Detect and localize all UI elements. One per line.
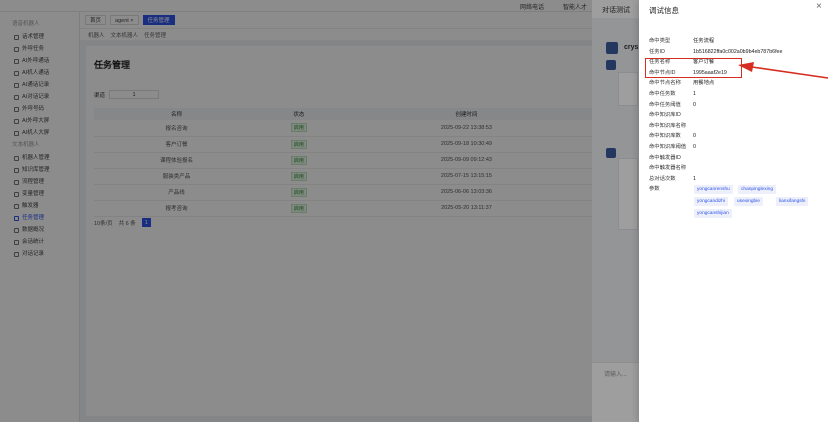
field-key: 命中知识库ID	[649, 112, 681, 119]
field-key: 命中触发器名称	[649, 165, 687, 172]
field-key: 命中节点名称	[649, 80, 681, 87]
param-tag: lianxifangshi	[776, 197, 809, 206]
field-key: 命中知识库名称	[649, 122, 687, 129]
field-key: 参数	[649, 186, 660, 193]
field-key: 命中知识库阈值	[649, 144, 687, 150]
avatar	[606, 148, 616, 158]
avatar	[606, 42, 618, 54]
chat-title: 对话测试	[602, 7, 630, 14]
field-key: 命中任务阈值	[649, 101, 681, 108]
param-tag: usexingbie	[734, 197, 763, 206]
field-key: 任务ID	[649, 48, 665, 55]
field-value: 1	[693, 175, 696, 182]
param-tag: yongcandizhi	[694, 197, 729, 206]
chat-card	[618, 158, 638, 230]
field-value: 0	[693, 144, 696, 150]
drawer-title: 调试信息	[649, 6, 679, 15]
param-tag: yongcanrenshu	[694, 185, 733, 194]
close-icon[interactable]: ×	[816, 2, 822, 12]
field-value: 0	[693, 133, 696, 140]
highlight-box	[645, 58, 742, 78]
field-key: 命中触发器ID	[649, 154, 681, 161]
field-value: 用餐地点	[693, 80, 715, 87]
field-key: 总对话次数	[649, 175, 676, 182]
chat-input-placeholder: 请输入...	[604, 372, 628, 378]
field-key: 命中知识库数	[649, 133, 681, 140]
avatar	[606, 60, 616, 70]
param-tag: chanpinglexing	[738, 185, 777, 194]
param-tag: yongcanshijian	[694, 209, 732, 218]
chat-card	[618, 72, 638, 106]
field-value: 1b516822ffa0c002a0b9b4eb787b6fee	[693, 48, 783, 55]
chat-sender: crys	[624, 44, 639, 51]
debug-drawer: 调试信息 × 命中类型 任务流程任务ID 1b516822ffa0c002a0b9b…	[639, 0, 830, 422]
field-value: 0	[693, 101, 696, 108]
field-value: 任务流程	[693, 38, 715, 44]
field-key: 命中任务数	[649, 91, 676, 97]
field-key: 命中类型	[649, 38, 671, 44]
field-value: 1	[693, 91, 696, 97]
